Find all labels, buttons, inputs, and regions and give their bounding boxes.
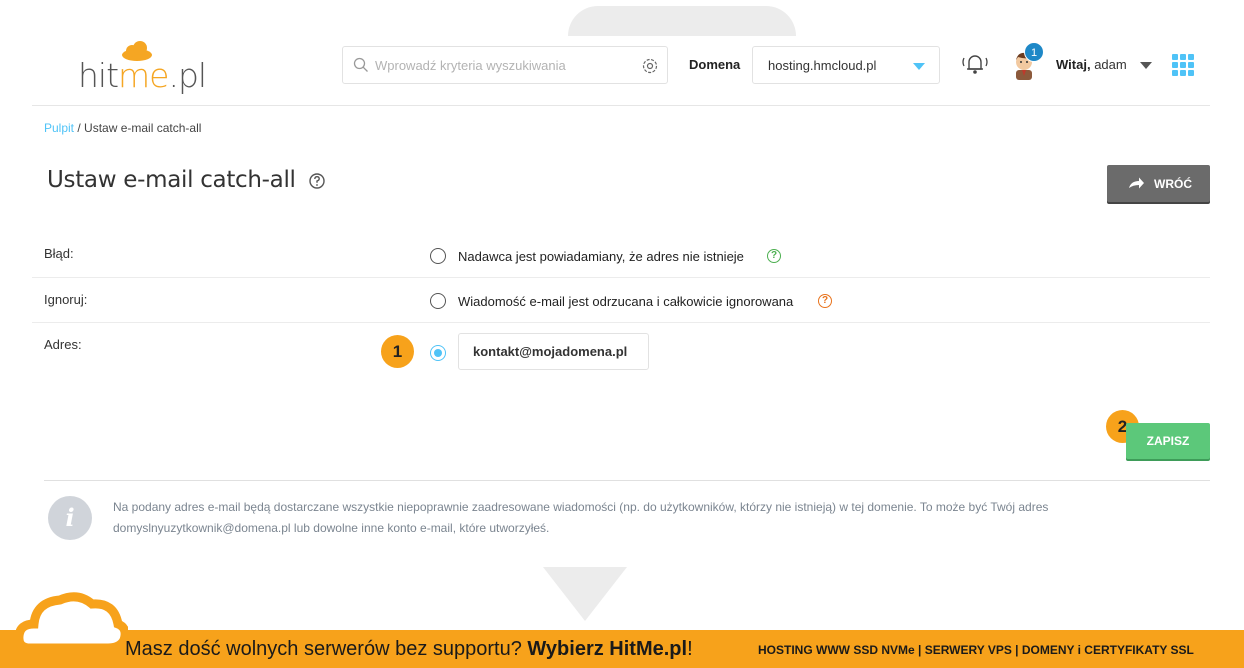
help-icon[interactable]: ? [767,249,781,263]
breadcrumb-current: Ustaw e-mail catch-all [84,121,202,135]
banner-services: HOSTING WWW SSD NVMe | SERWERY VPS | DOM… [758,643,1194,657]
option-text-ignoruj: Wiadomość e-mail jest odrzucana i całkow… [458,294,794,309]
apps-grid-icon[interactable] [1172,54,1194,76]
search-input[interactable] [375,55,625,75]
banner-text[interactable]: Masz dość wolnych serwerów bez supportu?… [125,638,693,661]
radio-ignoruj[interactable] [430,293,446,309]
row-label: Błąd: [44,246,74,261]
info-text: Na podany adres e-mail będą dostarczane … [113,500,1049,535]
user-greeting[interactable]: Witaj, adam [1056,57,1127,72]
divider [44,480,1210,481]
option-text-blad: Nadawca jest powiadamiany, że adres nie … [458,249,744,264]
logo[interactable]: hitme.pl [78,40,218,96]
header: hitme.pl Domena hosting.hmcloud.pl [32,30,1210,106]
radio-blad[interactable] [430,248,446,264]
search-box[interactable] [342,46,668,84]
email-field[interactable] [458,333,649,370]
step-marker-1: 1 [381,335,414,368]
back-button-label: WRÓĆ [1154,177,1192,191]
chevron-down-icon [913,63,925,70]
search-icon [353,57,368,72]
domain-label: Domena [689,57,741,72]
notification-badge: 1 [1024,42,1044,62]
page-title: Ustaw e-mail catch-all [47,167,296,193]
row-label: Adres: [44,337,82,352]
radio-adres[interactable] [430,345,446,361]
decorative-arrow-down [543,567,627,621]
save-button[interactable]: ZAPISZ [1126,423,1210,459]
page: hitme.pl Domena hosting.hmcloud.pl [0,0,1244,668]
cloud-icon [16,592,128,653]
breadcrumb: Pulpit / Ustaw e-mail catch-all [44,121,202,135]
back-button[interactable]: WRÓĆ [1107,165,1210,202]
gear-icon[interactable] [641,57,659,75]
row-label: Ignoruj: [44,292,88,307]
help-icon[interactable] [308,172,326,190]
domain-select[interactable]: hosting.hmcloud.pl [752,46,940,84]
email-input[interactable] [473,344,643,359]
share-arrow-icon [1129,177,1144,189]
bell-icon[interactable] [960,50,990,76]
breadcrumb-link-pulpit[interactable]: Pulpit [44,121,74,135]
user-menu-caret-icon[interactable] [1140,62,1152,69]
info-icon: i [48,496,92,540]
logo-text: hitme.pl [78,56,207,95]
domain-value: hosting.hmcloud.pl [768,58,877,73]
help-icon[interactable]: ? [818,294,832,308]
